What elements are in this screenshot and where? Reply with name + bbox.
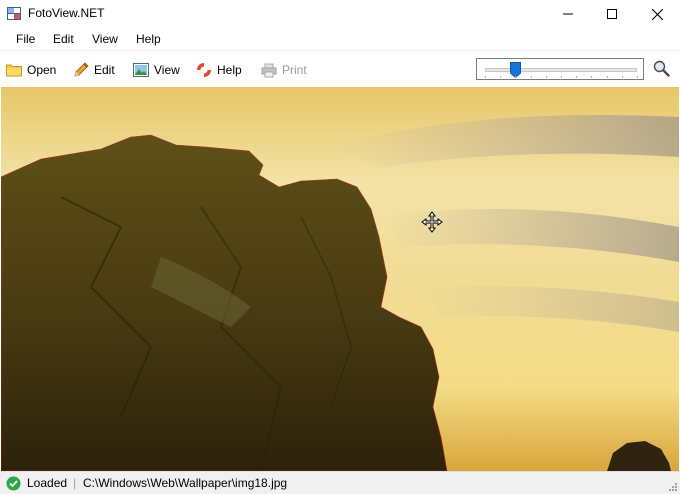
status-bar: Loaded | C:\Windows\Web\Wallpaper\img18.… <box>0 471 680 494</box>
close-button[interactable] <box>634 0 680 28</box>
view-label: View <box>154 63 180 77</box>
image-viewport[interactable] <box>1 87 679 471</box>
zoom-tick <box>500 76 502 78</box>
title-bar: FotoView.NET <box>0 0 680 28</box>
maximize-button[interactable] <box>589 0 635 28</box>
status-file-path: C:\Windows\Web\Wallpaper\img18.jpg <box>83 476 288 490</box>
pencil-icon <box>74 62 89 77</box>
zoom-tick <box>576 76 578 78</box>
status-separator: | <box>73 476 77 490</box>
zoom-tick <box>515 76 517 78</box>
zoom-tick <box>591 76 593 78</box>
zoom-tick <box>621 76 623 78</box>
status-state: Loaded <box>27 476 68 490</box>
zoom-tick <box>545 76 547 78</box>
toolbar: Open Edit View Help Print <box>0 50 680 87</box>
print-button[interactable]: Print <box>261 60 307 80</box>
checkmark-icon <box>6 476 21 491</box>
folder-icon <box>6 64 22 77</box>
maximize-icon <box>607 9 617 19</box>
move-cursor-icon <box>421 211 443 233</box>
edit-button[interactable]: Edit <box>73 60 115 80</box>
window-title: FotoView.NET <box>28 6 105 20</box>
minimize-icon <box>563 13 573 15</box>
resize-grip-icon[interactable] <box>668 482 678 492</box>
lifebuoy-icon <box>197 63 211 77</box>
picture-icon <box>133 63 149 77</box>
edit-label: Edit <box>94 63 115 77</box>
zoom-tick <box>637 76 638 78</box>
zoom-tick <box>530 76 532 78</box>
zoom-tick <box>606 76 608 78</box>
open-label: Open <box>27 63 57 77</box>
help-button[interactable]: Help <box>196 60 242 80</box>
printer-icon <box>261 63 277 77</box>
zoom-tick <box>485 76 486 78</box>
menu-file[interactable]: File <box>16 32 35 46</box>
menu-help[interactable]: Help <box>136 32 161 46</box>
close-icon <box>651 8 663 20</box>
menu-view[interactable]: View <box>92 32 118 46</box>
zoom-slider-track <box>485 68 637 72</box>
view-button[interactable]: View <box>133 60 180 80</box>
zoom-tick <box>561 76 562 78</box>
open-button[interactable]: Open <box>6 60 56 80</box>
zoom-slider[interactable] <box>476 58 644 80</box>
magnifier-icon[interactable] <box>653 60 670 77</box>
print-label: Print <box>282 63 307 77</box>
help-label: Help <box>217 63 242 77</box>
menu-edit[interactable]: Edit <box>53 32 74 46</box>
menu-bar: File Edit View Help <box>0 28 680 50</box>
app-icon <box>7 7 21 20</box>
minimize-button[interactable] <box>545 0 591 28</box>
photo-image <box>1 87 679 471</box>
